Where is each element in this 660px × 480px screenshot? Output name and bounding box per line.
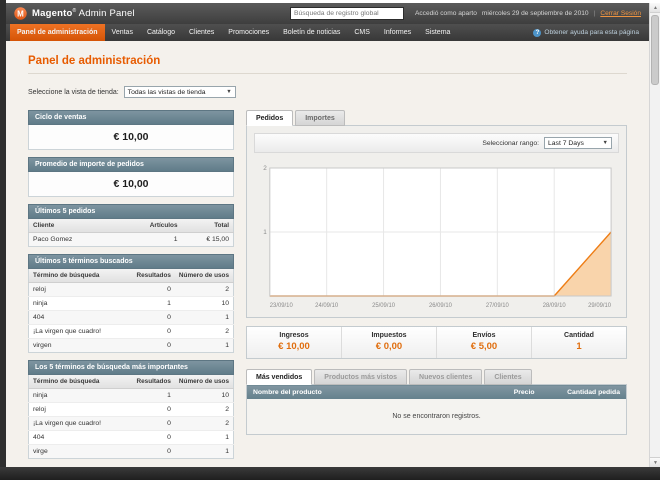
- store-view-switcher: Seleccione la vista de tienda: Todas las…: [28, 86, 627, 98]
- chevron-down-icon: ▼: [226, 89, 232, 95]
- nav-item-promociones[interactable]: Promociones: [221, 24, 276, 41]
- scrollbar-down-arrow-icon[interactable]: ▼: [650, 457, 660, 467]
- help-icon: ?: [533, 28, 542, 37]
- table-row[interactable]: virge 0 1: [28, 444, 234, 459]
- admin-header: M Magento® Admin Panel Accedió como apar…: [6, 3, 649, 24]
- table-row[interactable]: Paco Gomez 1 € 15,00: [28, 232, 234, 247]
- range-label: Seleccionar rango:: [482, 139, 539, 147]
- empty-row: No se encontraron registros.: [246, 399, 627, 435]
- last-orders-table: Cliente Artículos Total Paco Gomez 1 € 1…: [28, 219, 234, 247]
- nav-item-ventas[interactable]: Ventas: [105, 24, 140, 41]
- range-bar: Seleccionar rango: Last 7 Days ▼: [254, 133, 619, 153]
- dashboard-right-column: Pedidos Importes Seleccionar rango: Last…: [246, 110, 627, 466]
- svg-text:28/09/10: 28/09/10: [543, 303, 567, 309]
- table-row[interactable]: reloj 0 2: [28, 402, 234, 417]
- header-date: miércoles 29 de septiembre de 2010: [481, 10, 589, 17]
- stat-envios: Envíos € 5,00: [436, 327, 531, 358]
- tab-clientes[interactable]: Clientes: [484, 369, 532, 385]
- store-view-label: Seleccione la vista de tienda:: [28, 88, 119, 96]
- svg-text:2: 2: [263, 165, 267, 172]
- nav-item-sistema[interactable]: Sistema: [418, 24, 457, 41]
- tab-pedidos[interactable]: Pedidos: [246, 110, 294, 126]
- svg-text:29/09/10: 29/09/10: [588, 303, 612, 309]
- last-search-terms-panel: Últimos 5 términos buscados Término de b…: [28, 254, 234, 353]
- stat-ingresos: Ingresos € 10,00: [278, 332, 310, 352]
- svg-text:M: M: [17, 9, 24, 18]
- panel-title: Promedio de importe de pedidos: [28, 157, 234, 172]
- orders-chart-panel: Seleccionar rango: Last 7 Days ▼ 1 2 23/09…: [246, 125, 627, 318]
- tab-productos-mas-vistos[interactable]: Productos más vistos: [314, 369, 408, 385]
- vertical-scrollbar[interactable]: ▲ ▼: [649, 3, 660, 467]
- table-row[interactable]: ¡La virgen que cuadro! 0 2: [28, 324, 234, 339]
- svg-text:24/09/10: 24/09/10: [315, 303, 339, 309]
- panel-title: Últimos 5 pedidos: [28, 204, 234, 219]
- page-title: Panel de administración: [28, 55, 161, 67]
- table-row[interactable]: ¡La virgen que cuadro! 0 2: [28, 416, 234, 431]
- svg-text:27/09/10: 27/09/10: [486, 303, 510, 309]
- stat-cantidad: Cantidad 1: [531, 327, 626, 358]
- last-orders-panel: Últimos 5 pedidos Cliente Artículos Tota…: [28, 204, 234, 247]
- orders-chart: 1 2 23/09/10 24/09/10 25/09/10 26/09/10 27/09/…: [254, 160, 619, 310]
- dashboard-left-column: Ciclo de ventas € 10,00 Promedio de impo…: [28, 110, 234, 466]
- range-select[interactable]: Last 7 Days ▼: [544, 137, 612, 149]
- nav-item-informes[interactable]: Informes: [377, 24, 418, 41]
- nav-item-cms[interactable]: CMS: [347, 24, 377, 41]
- panel-title: Los 5 términos de búsqueda más important…: [28, 360, 234, 375]
- svg-text:25/09/10: 25/09/10: [372, 303, 396, 309]
- global-search-input[interactable]: [289, 7, 404, 20]
- products-tabs: Más vendidos Productos más vistos Nuevos…: [246, 369, 627, 385]
- nav-item-dashboard[interactable]: Panel de administración: [10, 24, 105, 41]
- last-search-terms-table: Término de búsqueda Resultados Número de…: [28, 269, 234, 353]
- brand-title: Magento® Admin Panel: [32, 7, 135, 20]
- stats-bar: Ingresos € 10,00 Impuestos € 0,00 Envíos…: [246, 326, 627, 359]
- average-order-panel: Promedio de importe de pedidos € 10,00: [28, 157, 234, 197]
- top-search-terms-panel: Los 5 términos de búsqueda más important…: [28, 360, 234, 459]
- table-row[interactable]: reloj 0 2: [28, 282, 234, 297]
- top-search-terms-table: Término de búsqueda Resultados Número de…: [28, 375, 234, 459]
- svg-text:26/09/10: 26/09/10: [429, 303, 453, 309]
- nav-item-clientes[interactable]: Clientes: [182, 24, 221, 41]
- chart-tabs: Pedidos Importes: [246, 110, 627, 126]
- nav-item-boletin[interactable]: Boletín de noticias: [276, 24, 347, 41]
- dashboard-content: Panel de administración Seleccione la vi…: [6, 41, 649, 466]
- table-row[interactable]: virgen 0 1: [28, 338, 234, 353]
- table-row[interactable]: ninja 1 10: [28, 388, 234, 403]
- lifetime-sales-value: € 10,00: [28, 125, 234, 150]
- svg-text:23/09/10: 23/09/10: [270, 303, 294, 309]
- tab-importes[interactable]: Importes: [295, 110, 345, 126]
- nav-item-catalogo[interactable]: Catálogo: [140, 24, 182, 41]
- title-divider: [28, 73, 627, 74]
- store-view-select[interactable]: Todas las vistas de tienda ▼: [123, 86, 236, 98]
- average-order-value: € 10,00: [28, 172, 234, 197]
- panel-title: Últimos 5 términos buscados: [28, 254, 234, 269]
- chevron-down-icon: ▼: [602, 140, 608, 146]
- tab-mas-vendidos[interactable]: Más vendidos: [246, 369, 313, 385]
- main-nav: Panel de administración Ventas Catálogo …: [6, 24, 649, 41]
- panel-title: Ciclo de ventas: [28, 110, 234, 125]
- table-row[interactable]: 404 0 1: [28, 310, 234, 325]
- logout-link[interactable]: Cerrar Sesión: [600, 10, 641, 17]
- logged-in-text: Accedió como aparto: [414, 10, 477, 17]
- svg-text:1: 1: [263, 229, 267, 236]
- scrollbar-up-arrow-icon[interactable]: ▲: [650, 3, 660, 13]
- bestsellers-table: Nombre del producto Precio Cantidad pedi…: [246, 384, 627, 435]
- empty-message: No se encontraron registros.: [246, 399, 627, 435]
- help-link[interactable]: ? Obtener ayuda para esta página: [527, 24, 645, 41]
- admin-page: M Magento® Admin Panel Accedió como apar…: [6, 3, 649, 467]
- table-row[interactable]: ninja 1 10: [28, 296, 234, 311]
- lifetime-sales-panel: Ciclo de ventas € 10,00: [28, 110, 234, 150]
- stat-impuestos: Impuestos € 0,00: [341, 327, 436, 358]
- bottom-window-bar: [0, 467, 660, 480]
- magento-logo-icon: M: [14, 7, 27, 20]
- table-row[interactable]: 404 0 1: [28, 430, 234, 445]
- scrollbar-thumb[interactable]: [651, 15, 659, 85]
- tab-nuevos-clientes[interactable]: Nuevos clientes: [409, 369, 483, 385]
